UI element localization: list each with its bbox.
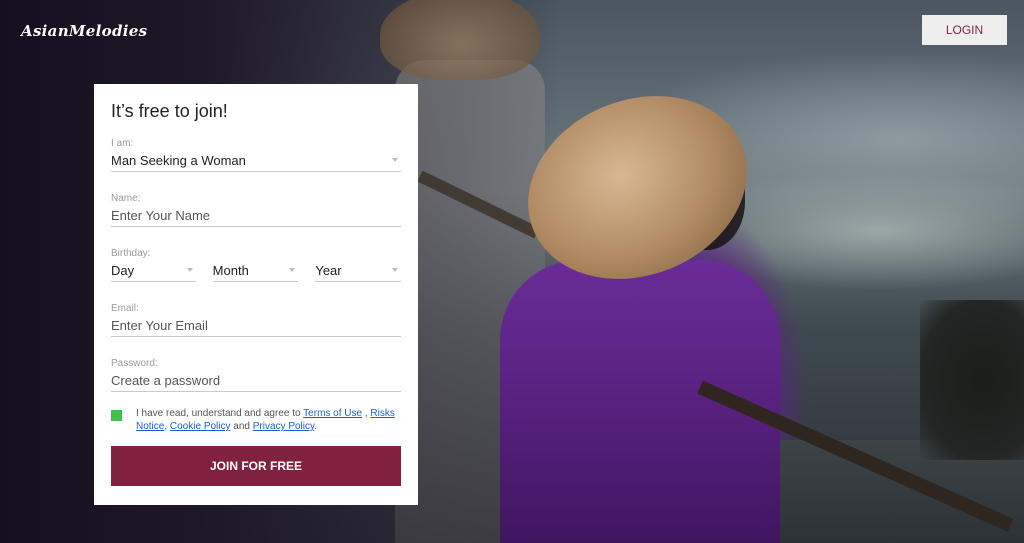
site-logo[interactable]: AsianMelodies <box>21 22 147 40</box>
privacy-policy-link[interactable]: Privacy Policy <box>253 421 315 432</box>
agree-sep: and <box>230 421 253 432</box>
agree-text: I have read, understand and agree to Ter… <box>136 407 398 433</box>
iam-label: I am: <box>111 138 134 149</box>
iam-select[interactable]: Man Seeking a Woman <box>111 150 401 172</box>
terms-agreement: I have read, understand and agree to Ter… <box>111 407 401 433</box>
background-trees <box>920 300 1024 460</box>
chevron-down-icon <box>289 268 296 272</box>
year-value[interactable]: Year <box>315 260 402 282</box>
email-label: Email: <box>111 303 139 314</box>
birthday-year-select[interactable]: Year <box>315 260 402 282</box>
birthday-day-select[interactable]: Day <box>111 260 196 282</box>
name-field[interactable]: Name: Enter Your Name <box>111 193 401 227</box>
password-label: Password: <box>111 358 158 369</box>
login-button[interactable]: LOGIN <box>922 15 1007 45</box>
chevron-down-icon <box>392 268 399 272</box>
birthday-label: Birthday: <box>111 248 151 259</box>
email-input[interactable]: Enter Your Email <box>111 315 401 337</box>
iam-field[interactable]: I am: Man Seeking a Woman <box>111 138 401 172</box>
chevron-down-icon <box>186 268 193 272</box>
password-field[interactable]: Password: Create a password <box>111 358 401 392</box>
form-title: It’s free to join! <box>111 101 228 121</box>
agree-text-prefix: I have read, understand and agree to <box>136 408 304 419</box>
join-button[interactable]: JOIN FOR FREE <box>111 446 401 486</box>
name-label: Name: <box>111 193 141 204</box>
background-hat <box>380 0 540 80</box>
terms-link[interactable]: Terms of Use <box>303 408 362 419</box>
birthday-field: Birthday: Day Month Year <box>111 248 402 282</box>
agree-checkbox[interactable] <box>111 410 122 421</box>
month-value[interactable]: Month <box>212 260 299 282</box>
name-input[interactable]: Enter Your Name <box>111 205 401 227</box>
agree-end: . <box>314 421 318 432</box>
birthday-month-select[interactable]: Month <box>212 260 299 282</box>
email-field[interactable]: Email: Enter Your Email <box>111 303 401 337</box>
cookie-policy-link[interactable]: Cookie Policy <box>170 421 231 432</box>
password-input[interactable]: Create a password <box>111 370 401 392</box>
day-value[interactable]: Day <box>111 260 196 282</box>
chevron-down-icon <box>392 158 398 162</box>
signup-form: It’s free to join! I am: Man Seeking a W… <box>94 84 418 505</box>
